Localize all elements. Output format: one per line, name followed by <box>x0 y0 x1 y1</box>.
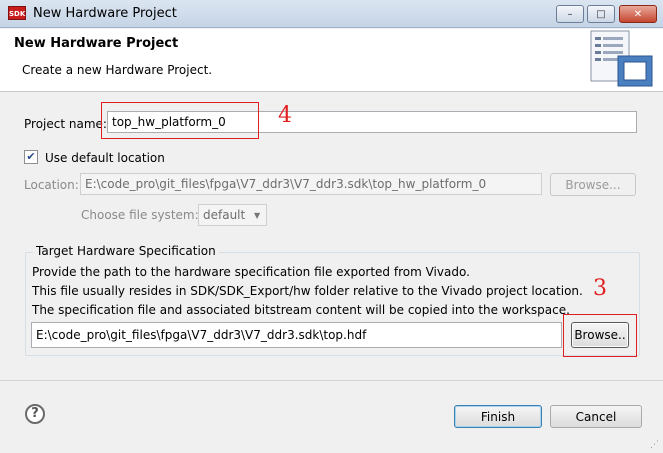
page-description: Create a new Hardware Project. <box>22 63 213 77</box>
window-title: New Hardware Project <box>33 6 177 21</box>
hardware-project-icon <box>590 30 653 87</box>
group-description-line: The specification file and associated bi… <box>32 303 570 317</box>
chevron-down-icon: ▼ <box>254 211 261 220</box>
footer-divider <box>0 380 663 381</box>
location-input[interactable]: E:\code_pro\git_files\fpga\V7_ddr3\V7_dd… <box>80 173 542 195</box>
wizard-header: New Hardware Project Create a new Hardwa… <box>0 29 663 92</box>
finish-button[interactable]: Finish <box>454 405 542 428</box>
use-default-location-label[interactable]: Use default location <box>45 151 165 165</box>
use-default-location-checkbox[interactable]: ✔ <box>24 150 38 164</box>
sdk-app-icon: SDK <box>8 6 26 20</box>
location-browse-button[interactable]: Browse... <box>550 173 636 196</box>
maximize-button[interactable]: □ <box>587 5 615 23</box>
location-label: Location: <box>24 178 79 192</box>
group-description-line: Provide the path to the hardware specifi… <box>32 265 470 279</box>
help-icon[interactable]: ? <box>25 404 45 424</box>
minimize-button[interactable]: – <box>556 5 584 23</box>
file-system-label: Choose file system: <box>81 208 199 222</box>
page-title: New Hardware Project <box>14 36 179 51</box>
annotation-number-4: 4 <box>278 103 292 128</box>
hardware-spec-path-input[interactable]: E:\code_pro\git_files\fpga\V7_ddr3\V7_dd… <box>31 322 562 348</box>
resize-grip-icon[interactable]: ⋰ <box>650 440 659 450</box>
annotation-number-3: 3 <box>593 276 607 301</box>
annotation-box-4 <box>101 102 259 139</box>
annotation-box-3 <box>563 314 637 357</box>
project-name-label: Project name: <box>24 117 107 131</box>
group-title: Target Hardware Specification <box>33 244 219 258</box>
group-description-line: This file usually resides in SDK/SDK_Exp… <box>32 284 583 298</box>
close-button[interactable]: ✕ <box>619 5 657 23</box>
cancel-button[interactable]: Cancel <box>550 405 642 428</box>
